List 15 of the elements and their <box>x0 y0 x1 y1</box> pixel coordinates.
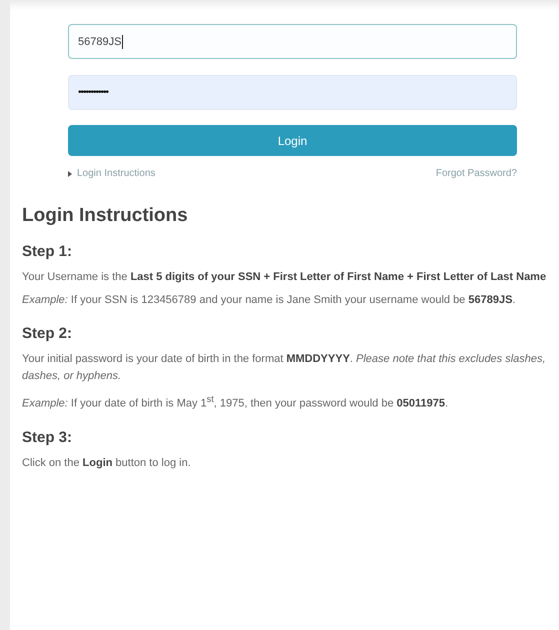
instruction-text: Your Username is the Last 5 digits of your SSN + First Letter of First Name + First Letter of Last Name <box>22 270 548 285</box>
username-field[interactable]: 56789JS <box>68 24 517 59</box>
step-heading: Step 3: <box>22 428 74 446</box>
step-heading: Step 2: <box>22 325 74 342</box>
step-heading: Step 1: <box>22 243 74 260</box>
forgot-password-link[interactable]: Forgot Password? <box>436 168 517 179</box>
instruction-text: Example: If your date of birth is May 1$^{st}$, 1975, then your password would be 05011975. <box>22 393 450 412</box>
instruction-text: Example: If your SSN is 123456789 and your name is Jane Smith your username would be 56789JS. <box>22 293 516 308</box>
login-button[interactable]: Login <box>68 125 517 156</box>
login-instructions-link[interactable]: Login Instructions <box>68 168 156 179</box>
instruction-text: Click on the Login button to log in. <box>22 456 192 471</box>
instruction-text: Your initial password is your date of birth in the format MMDDYYYY. Please note that this excludes slashes, dashes, or hyphens. <box>22 352 547 384</box>
caret-icon <box>68 170 72 176</box>
instructions-title: Login Instructions <box>22 205 189 227</box>
password-field[interactable]: •••••••••••• <box>68 75 517 110</box>
